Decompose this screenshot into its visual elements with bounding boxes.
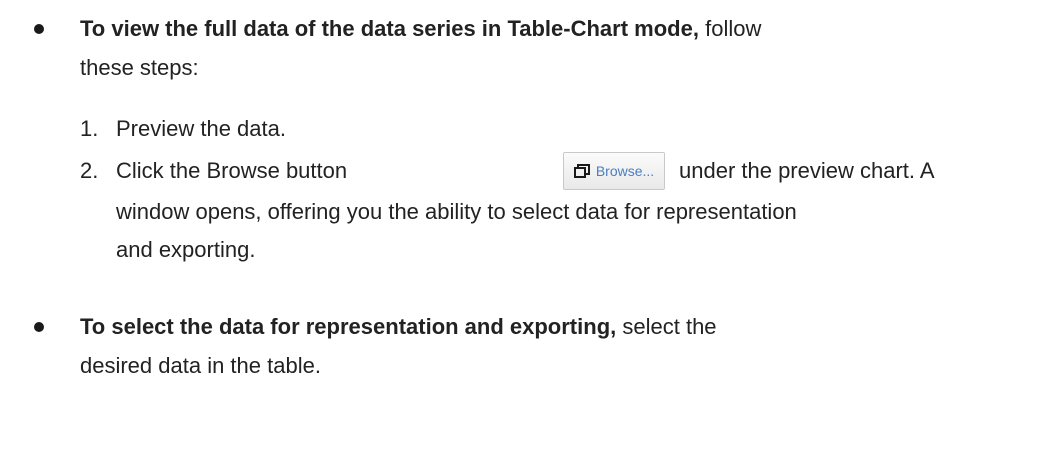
step-text: window opens, offering you the ability t… xyxy=(116,199,797,224)
step-text: Preview the data. xyxy=(116,116,286,141)
window-icon xyxy=(573,164,590,178)
step-text: Click the Browse button xyxy=(116,158,348,183)
step-number: 1. xyxy=(80,116,99,141)
bullet-marker xyxy=(34,24,44,34)
bullet-line: To select the data for representation an… xyxy=(80,312,717,342)
document-page: To view the full data of the data series… xyxy=(0,0,1057,460)
step-text: under the preview chart. A xyxy=(679,158,935,183)
bullet-line: To view the full data of the data series… xyxy=(80,14,761,44)
bullet-continuation: these steps: xyxy=(80,55,199,80)
step-number: 2. xyxy=(80,158,99,183)
step-text: and exporting. xyxy=(116,237,256,262)
bullet-text: select the xyxy=(622,314,717,339)
browse-button-label: Browse... xyxy=(595,163,655,179)
bullet-bold-text: To select the data for representation an… xyxy=(80,314,617,339)
bullet-continuation: desired data in the table. xyxy=(80,353,321,378)
bullet-marker xyxy=(34,322,44,332)
bullet-text: follow xyxy=(705,16,762,41)
bullet-bold-text: To view the full data of the data series… xyxy=(80,16,699,41)
browse-button[interactable]: Browse... xyxy=(563,152,665,190)
